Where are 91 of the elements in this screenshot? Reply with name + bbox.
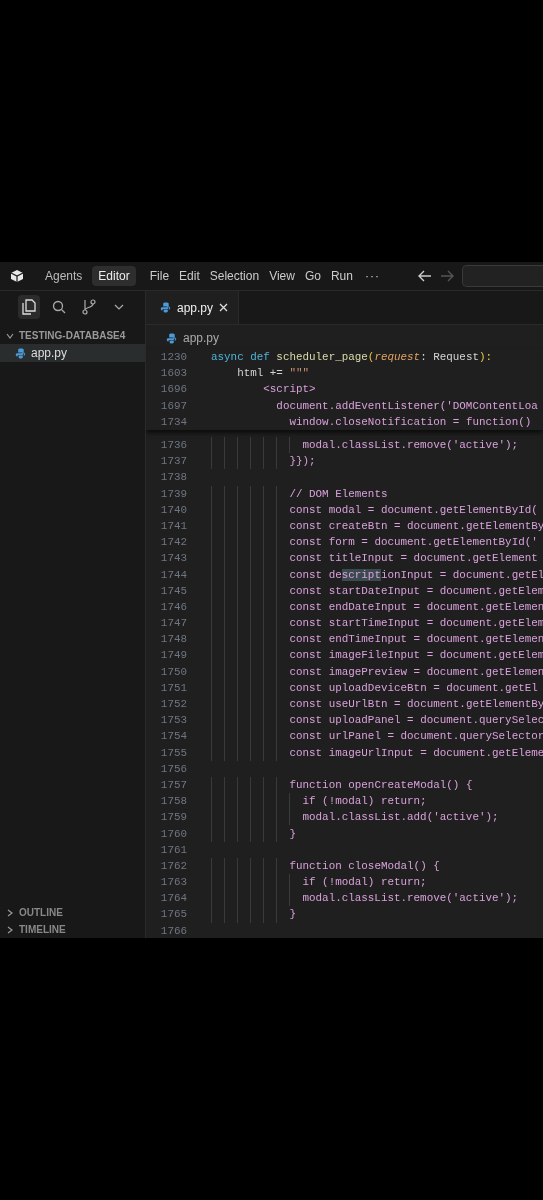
line-number: 1742 [159, 536, 187, 549]
mode-tab[interactable]: Editor [92, 266, 136, 286]
code-line: const form = document.getElementById(' [289, 536, 538, 549]
line-number: 1766 [159, 924, 187, 937]
code-line: const startTimeInput = document.getElem [289, 617, 543, 630]
panel-header[interactable]: OUTLINE [0, 904, 145, 921]
line-number: 1763 [159, 876, 187, 889]
code-line: const endTimeInput = document.getElemen [289, 633, 543, 646]
code-line: const imageUrlInput = document.getEleme [289, 746, 543, 759]
line-number: 1697 [159, 399, 187, 412]
line-number: 1754 [159, 730, 187, 743]
line-number: 1744 [159, 568, 187, 581]
code-line: }}); [289, 455, 316, 468]
code-line: const descriptionInput = document.getEl [289, 568, 543, 581]
line-number: 1762 [159, 859, 187, 872]
back-arrow-icon[interactable] [418, 270, 432, 282]
files-icon[interactable] [18, 294, 40, 319]
line-number: 1746 [159, 600, 187, 613]
line-number: 1759 [159, 811, 187, 824]
line-number: 1747 [159, 617, 187, 630]
code-line: html += """ [237, 367, 310, 380]
code-line: function closeModal() { [289, 859, 440, 872]
line-number: 1749 [159, 649, 187, 662]
breadcrumb[interactable]: app.py [183, 331, 220, 345]
line-number: 1751 [159, 681, 187, 694]
code-line: modal.classList.remove('active'); [302, 892, 519, 905]
line-number: 1739 [159, 487, 187, 500]
line-number: 1696 [159, 383, 187, 396]
code-line: if (!modal) return; [302, 876, 427, 889]
line-number: 1741 [159, 519, 187, 532]
python-file-icon [160, 302, 171, 313]
code-line: // DOM Elements [289, 487, 388, 500]
code-line: const startDateInput = document.getElem [289, 584, 543, 597]
line-number: 1760 [159, 827, 187, 840]
menu-item[interactable]: Run [330, 269, 353, 283]
document-tab[interactable]: app.py [146, 291, 240, 324]
python-file-icon [166, 332, 177, 344]
code-line: const modal = document.getElementById( [289, 503, 538, 516]
code-line: async def scheduler_page(request: Request): [211, 351, 493, 364]
code-line: const urlPanel = document.querySelector [289, 730, 543, 743]
menu-item[interactable]: Go [304, 269, 321, 283]
line-number: 1736 [159, 439, 187, 452]
menu-item[interactable]: Edit [179, 269, 200, 283]
code-line: const endDateInput = document.getElemen [289, 600, 543, 613]
code-line: function openCreateModal() { [289, 778, 473, 791]
line-number: 1743 [159, 552, 187, 565]
mode-tab[interactable]: Agents [39, 266, 89, 286]
line-number: 1753 [159, 714, 187, 727]
code-line: const titleInput = document.getElement [289, 552, 538, 565]
line-number: 1748 [159, 633, 187, 646]
code-line: modal.classList.remove('active'); [302, 439, 519, 452]
more-menu[interactable]: ··· [364, 269, 380, 283]
line-number: 1734 [159, 415, 187, 428]
code-line: } [289, 908, 296, 921]
line-number: 1756 [159, 762, 187, 775]
line-number: 1750 [159, 665, 187, 678]
line-number: 1752 [159, 698, 187, 711]
code-line: window.closeNotification = function() [289, 415, 532, 428]
line-number: 1755 [159, 746, 187, 759]
code-line: const imageFileInput = document.getElem [289, 649, 543, 662]
folder-header[interactable]: TESTING-DATABASE4 [0, 325, 145, 344]
code-line: document.addEventListener('DOMContentLoa [276, 399, 538, 412]
line-number: 1764 [159, 892, 187, 905]
panel-header[interactable]: TIMELINE [0, 921, 145, 938]
menu-item[interactable]: View [269, 269, 295, 283]
chevron-down-icon[interactable] [114, 303, 124, 310]
code-line: modal.classList.add('active'); [302, 811, 499, 824]
code-line: const imagePreview = document.getElemen [289, 665, 543, 678]
code-line: <script> [263, 383, 316, 396]
line-number: 1745 [159, 584, 187, 597]
line-number: 1603 [159, 367, 187, 380]
explorer-entry[interactable]: app.py [0, 344, 145, 362]
command-search-field[interactable] [462, 265, 543, 287]
line-number: 1761 [159, 843, 187, 856]
line-number: 1740 [159, 503, 187, 516]
line-number: 1230 [159, 351, 187, 364]
cube-logo-icon [10, 269, 24, 283]
python-file-icon [15, 347, 26, 359]
chevron-icon [6, 331, 14, 340]
code-line: if (!modal) return; [302, 795, 427, 808]
code-line: } [289, 827, 296, 840]
code-line: const uploadPanel = document.querySelec [289, 714, 543, 727]
line-number: 1765 [159, 908, 187, 921]
code-line: const uploadDeviceBtn = document.getEl [289, 681, 538, 694]
menu-item[interactable]: File [149, 269, 170, 283]
line-number: 1737 [159, 455, 187, 468]
line-number: 1757 [159, 778, 187, 791]
close-icon[interactable] [219, 303, 229, 312]
line-number: 1758 [159, 795, 187, 808]
menu-item[interactable]: Selection [209, 269, 260, 283]
line-number: 1738 [159, 471, 187, 484]
